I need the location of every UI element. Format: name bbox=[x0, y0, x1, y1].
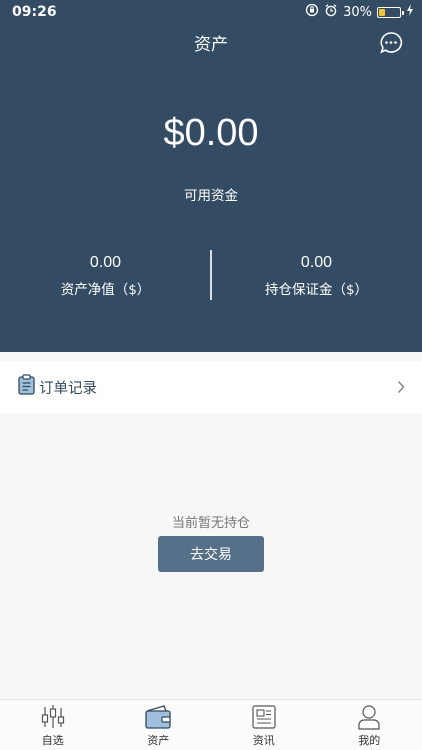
alarm-icon bbox=[324, 3, 338, 21]
net-asset-label: 资产净值（$） bbox=[60, 282, 151, 298]
battery-icon bbox=[377, 6, 404, 18]
wallet-icon bbox=[145, 705, 171, 729]
candlestick-icon bbox=[41, 705, 64, 728]
go-trade-button[interactable]: 去交易 bbox=[158, 536, 264, 572]
user-icon bbox=[358, 705, 380, 730]
clipboard-icon bbox=[17, 374, 37, 400]
page-title: 资产 bbox=[194, 35, 228, 55]
net-asset-stat: 0.00 资产净值（$） bbox=[0, 254, 211, 298]
empty-positions-text: 当前暂无持仓 bbox=[171, 516, 250, 531]
tab-bar: 自选 资产 资讯 我的 bbox=[0, 699, 422, 750]
tab-assets-label: 资产 bbox=[147, 734, 170, 747]
chat-bubble-icon bbox=[380, 32, 403, 54]
status-indicators: 30% bbox=[305, 3, 414, 21]
tab-profile-label: 我的 bbox=[358, 734, 381, 747]
available-balance: $0.00 bbox=[163, 112, 259, 154]
order-records-label: 订单记录 bbox=[39, 380, 97, 397]
margin-stat: 0.00 持仓保证金（$） bbox=[211, 254, 422, 298]
asset-header: 09:26 30% 资产 $0.00 可用资金 0.00 资产净值（$） 0.0… bbox=[0, 0, 422, 352]
tab-watchlist[interactable]: 自选 bbox=[0, 700, 106, 750]
tab-assets[interactable]: 资产 bbox=[106, 700, 212, 750]
tab-watchlist-label: 自选 bbox=[41, 734, 64, 747]
status-bar: 09:26 30% bbox=[0, 0, 422, 24]
margin-value: 0.00 bbox=[300, 254, 333, 271]
chevron-right-icon bbox=[397, 379, 405, 398]
status-time: 09:26 bbox=[12, 4, 57, 20]
available-balance-label: 可用资金 bbox=[184, 188, 238, 204]
tab-news[interactable]: 资讯 bbox=[211, 700, 317, 750]
net-asset-value: 0.00 bbox=[89, 254, 122, 271]
news-icon bbox=[252, 705, 276, 729]
tab-news-label: 资讯 bbox=[252, 734, 275, 747]
message-button[interactable] bbox=[379, 31, 403, 55]
order-records-row[interactable]: 订单记录 bbox=[0, 361, 422, 413]
battery-percent: 30% bbox=[343, 4, 372, 20]
tab-profile[interactable]: 我的 bbox=[317, 700, 422, 750]
margin-label: 持仓保证金（$） bbox=[264, 282, 369, 298]
charging-icon bbox=[406, 4, 414, 20]
orientation-lock-icon bbox=[305, 3, 319, 21]
